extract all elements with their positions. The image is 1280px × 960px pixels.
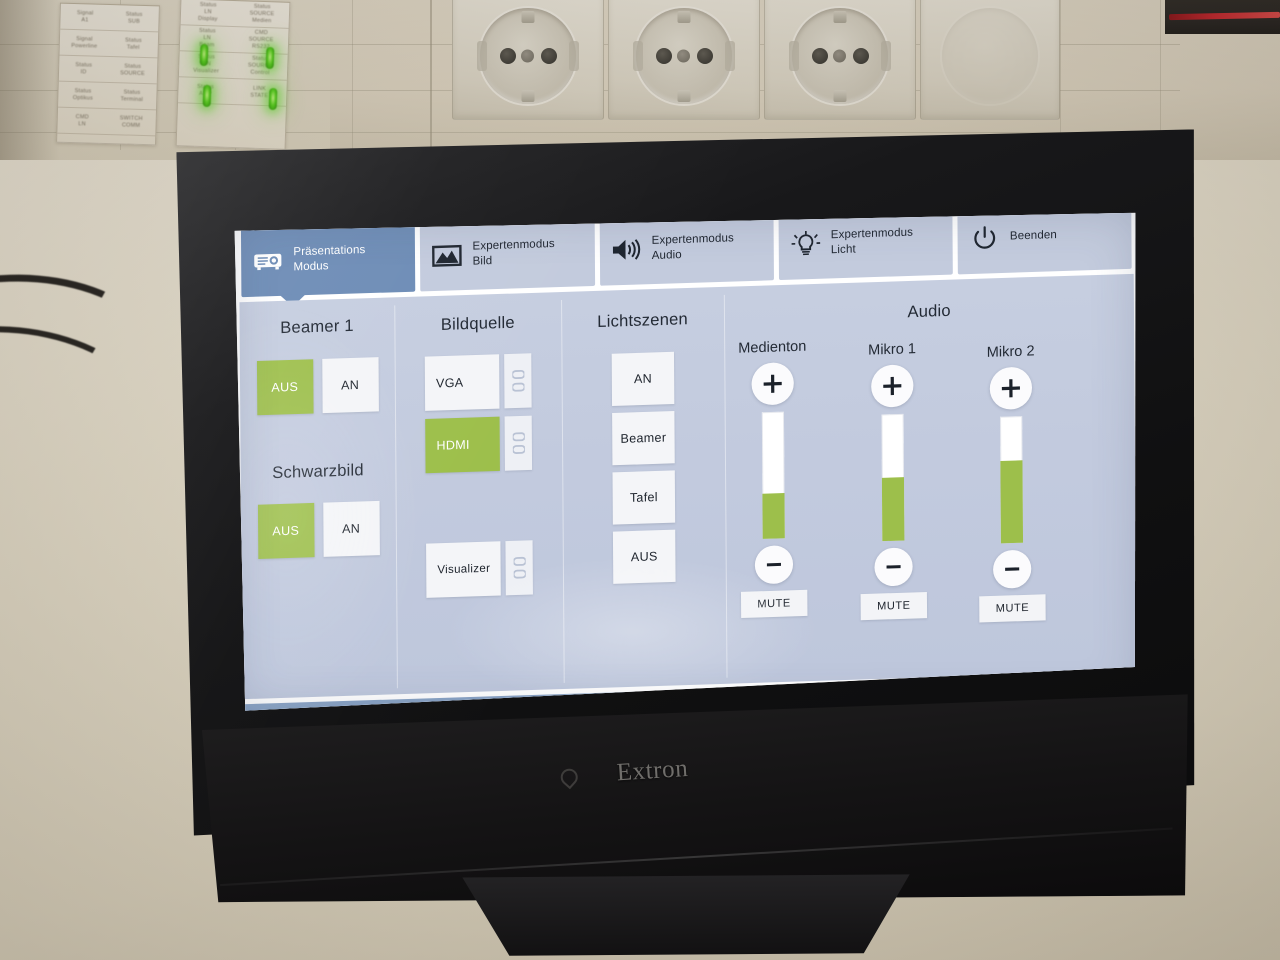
control-panel-body: Beamer 1 AUS AN Schwarzbild AUS AN Bildq…: [240, 274, 1137, 699]
source-hdmi-button[interactable]: HDMI: [425, 417, 500, 474]
slider-fill: [762, 493, 784, 539]
mute-button-medienton[interactable]: MUTE: [741, 590, 807, 618]
wall-label-strip: Status LN Display Status SOURCE Medien Status…: [175, 0, 291, 150]
audio-channel-mikro-2: Mikro 2 MUTE: [978, 343, 1046, 622]
status-led-green: [265, 46, 275, 70]
socket-face: [477, 7, 579, 104]
mute-button-mikro-1[interactable]: MUTE: [861, 592, 927, 620]
schwarzbild-aus-button[interactable]: AUS: [258, 503, 315, 559]
audio-channel-mikro-1: Mikro 1 MUTE: [859, 341, 927, 620]
wall-shadow: [0, 0, 60, 160]
tab-expertenmodus-licht[interactable]: Expertenmodus Licht: [778, 213, 953, 280]
volume-down-button[interactable]: [755, 545, 793, 584]
projector-icon: [251, 245, 285, 276]
tab-beenden[interactable]: Beenden: [958, 213, 1133, 275]
power-icon: [968, 223, 1002, 254]
channel-label: Medienton: [738, 338, 807, 357]
status-led-green: [268, 87, 278, 111]
lichtszene-an-button[interactable]: AN: [612, 352, 675, 406]
audio-title: Audio: [907, 301, 951, 322]
volume-up-button[interactable]: [990, 366, 1032, 410]
mute-button-mikro-2[interactable]: MUTE: [979, 594, 1045, 622]
socket-face: [942, 7, 1038, 104]
bildquelle-title: Bildquelle: [440, 313, 515, 334]
tab-label: Expertenmodus Bild: [472, 237, 555, 268]
tab-label: Präsentations Modus: [293, 243, 366, 274]
lichtszene-aus-button[interactable]: AUS: [613, 530, 676, 584]
volume-slider-medienton[interactable]: [762, 412, 785, 539]
power-socket: [920, 0, 1060, 120]
wall-label-strip: Signal A1 Status SUB Signal Powerline Status T…: [56, 2, 160, 146]
device-stand: [453, 874, 920, 956]
extron-brand-label: Extron: [615, 755, 689, 787]
beamer-title: Beamer 1: [280, 316, 354, 338]
speaker-icon: [609, 234, 643, 265]
source-vga-button[interactable]: VGA: [425, 354, 500, 411]
slider-fill: [1000, 460, 1023, 543]
power-socket: [452, 0, 604, 120]
tab-label: Expertenmodus Licht: [830, 226, 914, 257]
touch-screen: Präsentations Modus Expertenmodus Bild E…: [231, 213, 1141, 713]
link-broken-icon[interactable]: [505, 416, 533, 471]
column-audio: Audio Medienton MUTE Mikro 1 MUTE Mikro …: [724, 274, 1137, 684]
slider-fill: [882, 477, 905, 541]
tab-expertenmodus-audio[interactable]: Expertenmodus Audio: [599, 213, 774, 286]
beamer-an-button[interactable]: AN: [322, 357, 379, 413]
column-beamer: Beamer 1 AUS AN Schwarzbild AUS AN: [240, 297, 398, 699]
status-led-green: [199, 43, 209, 67]
tab-praesentations-modus[interactable]: Präsentations Modus: [241, 221, 416, 297]
socket-face: [633, 7, 735, 104]
wall-tile-line: [352, 0, 353, 150]
lichtszenen-title: Lichtszenen: [597, 310, 689, 332]
tab-expertenmodus-bild[interactable]: Expertenmodus Bild: [420, 216, 595, 292]
wall-tile-line: [1060, 0, 1061, 150]
volume-up-button[interactable]: [751, 362, 793, 406]
schwarzbild-an-button[interactable]: AN: [323, 501, 380, 557]
tab-label: Beenden: [1009, 229, 1058, 243]
volume-down-button[interactable]: [874, 547, 912, 586]
socket-face: [789, 7, 891, 104]
volume-slider-mikro-1[interactable]: [882, 414, 905, 541]
lightbulb-icon: [789, 228, 823, 259]
image-icon: [430, 240, 464, 271]
status-led-green: [202, 84, 212, 108]
power-socket: [608, 0, 760, 120]
column-bildquelle: Bildquelle VGA HDMI Visualizer: [394, 292, 564, 694]
red-cable-strip: [1165, 0, 1280, 34]
wall-tile-line: [1160, 0, 1161, 150]
screen-content: Präsentations Modus Expertenmodus Bild E…: [231, 213, 1141, 713]
beamer-aus-button[interactable]: AUS: [257, 359, 314, 415]
channel-label: Mikro 1: [868, 340, 917, 359]
extron-touch-panel: Extron Präsentations Modus Expertenmodus…: [140, 129, 1205, 926]
link-broken-icon[interactable]: [506, 540, 534, 595]
link-broken-icon[interactable]: [504, 353, 532, 408]
column-lichtszenen: Lichtszenen AN Beamer Tafel AUS: [561, 287, 727, 689]
audio-channel-medienton: Medienton MUTE: [738, 338, 808, 618]
tab-label: Expertenmodus Audio: [651, 232, 735, 262]
lichtszene-beamer-button[interactable]: Beamer: [612, 411, 675, 465]
volume-down-button[interactable]: [993, 549, 1031, 588]
channel-label: Mikro 2: [986, 343, 1035, 361]
volume-up-button[interactable]: [871, 364, 913, 408]
power-socket: [764, 0, 916, 120]
source-visualizer-button[interactable]: Visualizer: [426, 541, 501, 598]
schwarzbild-title: Schwarzbild: [272, 461, 364, 483]
lichtszene-tafel-button[interactable]: Tafel: [613, 470, 676, 524]
volume-slider-mikro-2[interactable]: [1000, 416, 1023, 543]
